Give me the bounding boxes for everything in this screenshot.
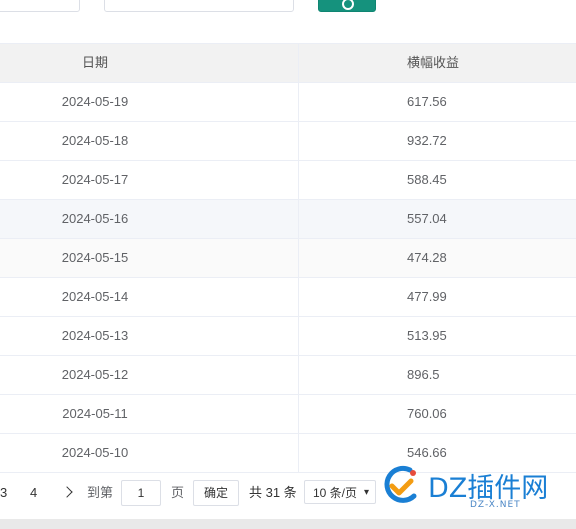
- income-cell: 896.5: [298, 356, 576, 394]
- watermark: DZ插件网 DZ-X.NET: [378, 460, 576, 516]
- income-cell: 617.56: [298, 83, 576, 121]
- date-cell: 2024-05-14: [61, 289, 129, 304]
- page-unit-label: 页: [171, 485, 185, 500]
- search-icon: [342, 0, 354, 10]
- income-cell: 557.04: [298, 200, 576, 238]
- date-cell: 2024-05-13: [61, 328, 129, 343]
- table-row[interactable]: 2024-05-15 474.28: [0, 239, 576, 278]
- date-cell: 2024-05-12: [61, 367, 129, 382]
- date-cell: 2024-05-10: [61, 445, 129, 460]
- date-cell: 2024-05-17: [61, 172, 129, 187]
- total-count: 共 31 条: [249, 485, 297, 500]
- date-cell: 2024-05-19: [61, 94, 129, 109]
- income-table: 日期 横幅收益 2024-05-19 617.56 2024-05-18 932…: [0, 43, 576, 473]
- date-cell: 2024-05-15: [61, 250, 129, 265]
- income-cell: 588.45: [298, 161, 576, 199]
- filter-bar: [0, 0, 576, 32]
- page-size-select[interactable]: 10 条/页 ▾: [304, 480, 376, 504]
- table-row[interactable]: 2024-05-17 588.45: [0, 161, 576, 200]
- table-row[interactable]: 2024-05-12 896.5: [0, 356, 576, 395]
- page-size-value: 10 条/页: [313, 486, 358, 500]
- table-header: 日期 横幅收益: [0, 44, 576, 83]
- column-header-banner-income[interactable]: 横幅收益: [298, 44, 576, 82]
- confirm-button[interactable]: 确定: [193, 480, 239, 506]
- date-cell: 2024-05-11: [62, 406, 128, 421]
- income-cell: 474.28: [298, 239, 576, 277]
- page-number-4[interactable]: 4: [30, 476, 37, 510]
- filter-input-left[interactable]: [0, 0, 80, 12]
- table-row[interactable]: 2024-05-11 760.06: [0, 395, 576, 434]
- bottom-scrollbar[interactable]: [0, 519, 576, 529]
- page-number-3[interactable]: 3: [0, 476, 7, 510]
- date-cell: 2024-05-18: [61, 133, 129, 148]
- filter-input-right[interactable]: [104, 0, 294, 12]
- table-row[interactable]: 2024-05-19 617.56: [0, 83, 576, 122]
- table-row[interactable]: 2024-05-13 513.95: [0, 317, 576, 356]
- income-cell: 477.99: [298, 278, 576, 316]
- income-cell: 760.06: [298, 395, 576, 433]
- watermark-url: DZ-X.NET: [470, 500, 521, 510]
- income-cell: 932.72: [298, 122, 576, 160]
- goto-page-input[interactable]: 1: [121, 480, 161, 506]
- table-row[interactable]: 2024-05-18 932.72: [0, 122, 576, 161]
- column-header-date[interactable]: 日期: [0, 44, 190, 82]
- table-row[interactable]: 2024-05-14 477.99: [0, 278, 576, 317]
- income-cell: 513.95: [298, 317, 576, 355]
- goto-label: 到第: [87, 485, 114, 500]
- chevron-down-icon: ▾: [363, 487, 369, 498]
- table-row[interactable]: 2024-05-16 557.04: [0, 200, 576, 239]
- watermark-logo-icon: [384, 465, 417, 503]
- date-cell: 2024-05-16: [61, 211, 129, 226]
- search-button[interactable]: [318, 0, 376, 12]
- next-page-icon[interactable]: [61, 486, 73, 498]
